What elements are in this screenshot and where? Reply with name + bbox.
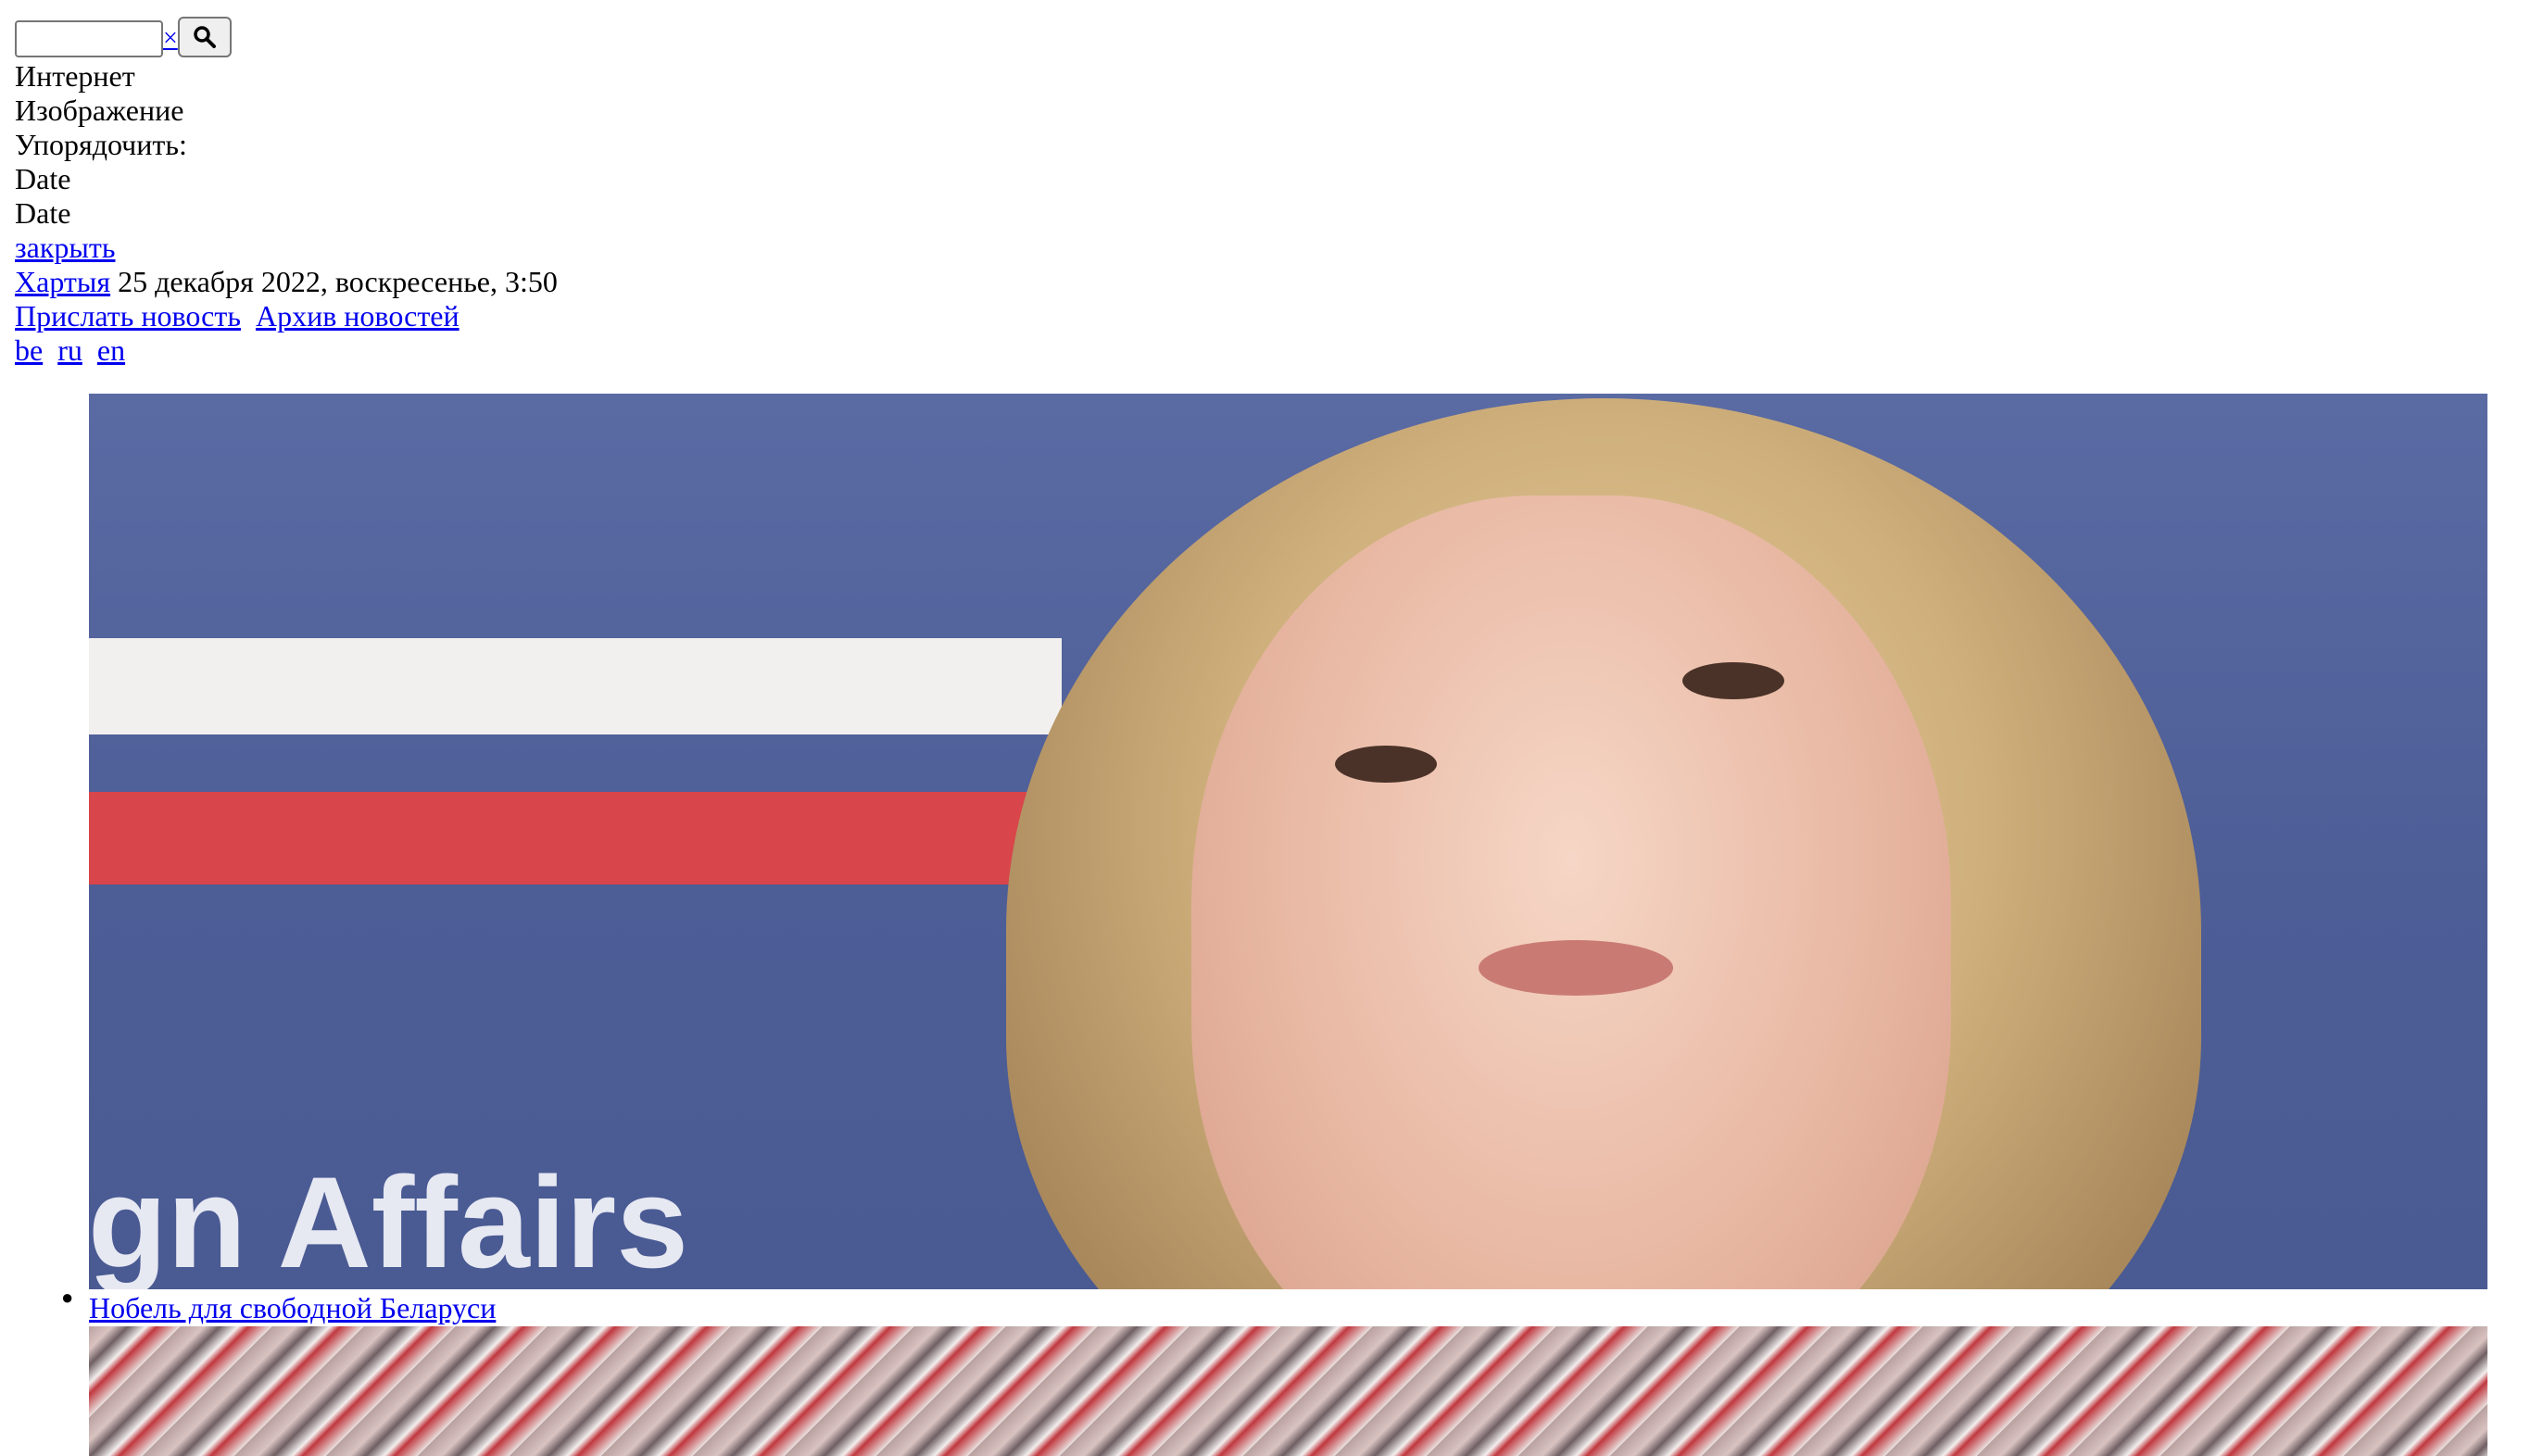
close-link[interactable]: закрыть — [15, 231, 115, 264]
sort-label: Упорядочить: — [15, 128, 187, 161]
news-hero-image: ign Affairs — [89, 394, 2487, 1289]
header-links: Прислать новость Архив новостей — [15, 299, 2498, 333]
news-image-link[interactable]: ign Affairs — [89, 394, 2488, 1289]
news-archive-link[interactable]: Архив новостей — [256, 299, 460, 333]
send-news-link[interactable]: Прислать новость — [15, 299, 241, 333]
portrait-eye-left — [1335, 746, 1437, 783]
search-input[interactable] — [15, 20, 163, 57]
search-button[interactable] — [177, 17, 232, 57]
page-top: × Интернет Изображение Упорядочить: Date… — [15, 15, 2498, 368]
current-date: 25 декабря 2022, воскресенье, 3:50 — [118, 265, 558, 298]
news-thumb-image — [89, 1326, 2487, 1456]
language-ru[interactable]: ru — [57, 333, 82, 367]
news-item: ● ign Affairs Нобель для свободной Белар… — [61, 394, 2488, 1456]
sort-option-date-2[interactable]: Date — [15, 196, 2498, 231]
portrait-eye-right — [1682, 662, 1784, 699]
backdrop-lettering: ign Affairs — [89, 1149, 689, 1290]
news-title-link[interactable]: Нобель для свободной Беларуси — [89, 1291, 496, 1324]
portrait-face — [1191, 496, 1951, 1289]
site-logo-link[interactable]: Хартыя — [15, 265, 110, 298]
flag-red-stripe — [89, 792, 1062, 885]
news-list: ● ign Affairs Нобель для свободной Белар… — [61, 394, 2488, 1456]
search-icon — [194, 26, 216, 48]
language-switcher: be ru en — [15, 333, 2498, 368]
news-thumb-link[interactable] — [89, 1326, 2488, 1456]
search-type-internet[interactable]: Интернет — [15, 59, 2498, 94]
flag-white-stripe — [89, 638, 1062, 734]
sort-option-date[interactable]: Date — [15, 162, 2498, 196]
clear-search-link[interactable]: × — [163, 26, 178, 52]
list-bullet: ● — [61, 1286, 74, 1309]
search-type-image[interactable]: Изображение — [15, 94, 2498, 128]
portrait-lips — [1479, 940, 1673, 996]
language-en[interactable]: en — [97, 333, 125, 367]
language-be[interactable]: be — [15, 333, 43, 367]
search-bar: × — [15, 15, 2498, 57]
site-header: Хартыя 25 декабря 2022, воскресенье, 3:5… — [15, 265, 2498, 299]
